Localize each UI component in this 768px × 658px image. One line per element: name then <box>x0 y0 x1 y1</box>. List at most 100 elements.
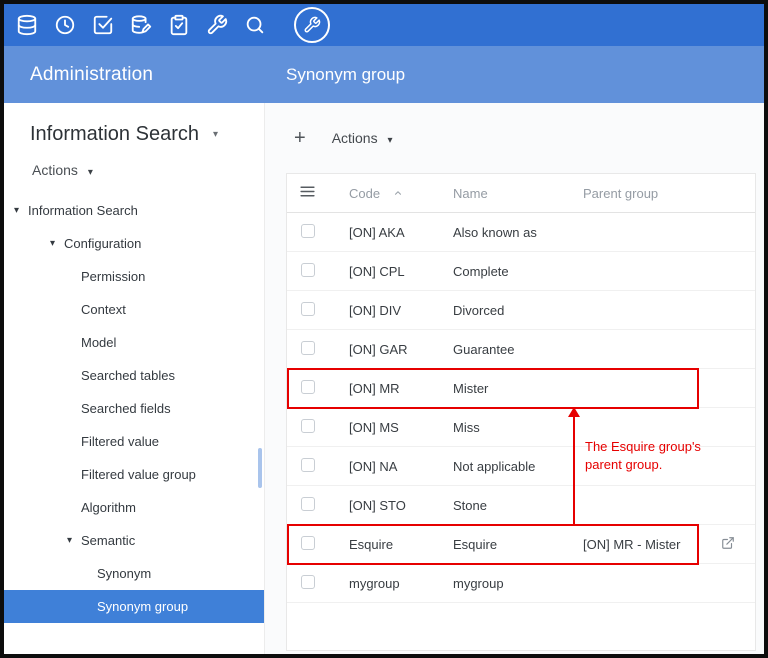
external-link-icon[interactable] <box>721 536 735 550</box>
cell-name: Stone <box>453 498 583 513</box>
sidebar-item-searched-fields[interactable]: Searched fields <box>4 392 264 425</box>
table-header-row: Code Name Parent group <box>287 174 755 213</box>
actions-label: Actions <box>332 130 378 146</box>
table-body: [ON] AKAAlso known as[ON] CPLComplete[ON… <box>287 213 755 603</box>
table-row--on-ms[interactable]: [ON] MSMiss <box>287 408 755 447</box>
topbar <box>4 4 764 46</box>
add-button[interactable]: + <box>294 128 306 148</box>
check-square-icon[interactable] <box>92 14 114 36</box>
sidebar-scrollbar[interactable] <box>258 448 262 488</box>
synonym-group-table: Code Name Parent group [ON] AKAAlso know… <box>286 173 756 651</box>
sidebar-item-model[interactable]: Model <box>4 326 264 359</box>
database-icon[interactable] <box>16 14 38 36</box>
tree-expand-caret-icon[interactable]: ▾ <box>14 205 28 216</box>
sidebar-item-synonym-group[interactable]: Synonym group <box>4 590 264 623</box>
table-row--on-gar[interactable]: [ON] GARGuarantee <box>287 330 755 369</box>
row-checkbox[interactable] <box>301 380 315 394</box>
checkbox-cell <box>287 302 349 319</box>
tree-expand-caret-icon[interactable]: ▾ <box>50 238 64 249</box>
active-tool-button[interactable] <box>294 7 330 43</box>
cell-code: [ON] GAR <box>349 342 453 357</box>
checkbox-cell <box>287 341 349 358</box>
tree-item-label: Synonym <box>97 566 151 581</box>
column-header-parent-group[interactable]: Parent group <box>583 186 713 201</box>
row-checkbox[interactable] <box>301 263 315 277</box>
table-row--on-aka[interactable]: [ON] AKAAlso known as <box>287 213 755 252</box>
row-checkbox[interactable] <box>301 497 315 511</box>
link-cell <box>713 536 755 553</box>
app-window: Administration Synonym group Information… <box>0 0 768 658</box>
row-checkbox[interactable] <box>301 575 315 589</box>
sidebar-item-algorithm[interactable]: Algorithm <box>4 491 264 524</box>
database-edit-icon[interactable] <box>130 14 152 36</box>
search-icon[interactable] <box>244 14 266 36</box>
sidebar-item-searched-tables[interactable]: Searched tables <box>4 359 264 392</box>
cell-name: Miss <box>453 420 583 435</box>
main-panel: + Actions ▾ Code <box>264 103 764 654</box>
tree-item-label: Information Search <box>28 203 138 218</box>
sidebar-item-permission[interactable]: Permission <box>4 260 264 293</box>
table-row--on-na[interactable]: [ON] NANot applicable <box>287 447 755 486</box>
table-row--on-cpl[interactable]: [ON] CPLComplete <box>287 252 755 291</box>
table-menu-icon[interactable] <box>299 183 316 200</box>
cell-parent-group: [ON] MR - Mister <box>583 537 713 552</box>
chevron-down-icon: ▾ <box>388 135 393 146</box>
sidebar: Information Search ▾ Actions ▾ ▾Informat… <box>4 103 264 654</box>
tree-item-label: Filtered value group <box>81 467 196 482</box>
sidebar-actions-label: Actions <box>32 162 78 178</box>
tree-item-label: Searched tables <box>81 368 175 383</box>
sidebar-item-filtered-value[interactable]: Filtered value <box>4 425 264 458</box>
sidebar-item-information-search[interactable]: ▾Information Search <box>4 194 264 227</box>
cell-code: [ON] AKA <box>349 225 453 240</box>
row-checkbox[interactable] <box>301 341 315 355</box>
cell-code: mygroup <box>349 576 453 591</box>
table-row--on-mr[interactable]: [ON] MRMister <box>287 369 755 408</box>
chevron-down-icon: ▾ <box>88 167 93 178</box>
cell-code: [ON] MS <box>349 420 453 435</box>
tree-item-label: Synonym group <box>97 599 188 614</box>
cell-code: [ON] STO <box>349 498 453 513</box>
row-checkbox[interactable] <box>301 419 315 433</box>
row-checkbox[interactable] <box>301 224 315 238</box>
cell-code: [ON] MR <box>349 381 453 396</box>
table-row--on-div[interactable]: [ON] DIVDivorced <box>287 291 755 330</box>
table-row-mygroup[interactable]: mygroupmygroup <box>287 564 755 603</box>
column-header-code[interactable]: Code <box>349 186 453 201</box>
sidebar-title-dropdown[interactable]: Information Search ▾ <box>4 103 264 146</box>
cell-name: mygroup <box>453 576 583 591</box>
sort-ascending-icon[interactable] <box>393 188 403 198</box>
tree-item-label: Configuration <box>64 236 141 251</box>
sidebar-item-semantic[interactable]: ▾Semantic <box>4 524 264 557</box>
row-checkbox[interactable] <box>301 458 315 472</box>
sidebar-item-synonym[interactable]: Synonym <box>4 557 264 590</box>
column-header-name[interactable]: Name <box>453 186 583 201</box>
tree-item-label: Semantic <box>81 533 135 548</box>
sidebar-item-filtered-value-group[interactable]: Filtered value group <box>4 458 264 491</box>
content-area: Information Search ▾ Actions ▾ ▾Informat… <box>4 103 764 654</box>
checkbox-cell <box>287 536 349 553</box>
checkbox-cell <box>287 419 349 436</box>
row-checkbox[interactable] <box>301 302 315 316</box>
tree-expand-caret-icon[interactable]: ▾ <box>67 535 81 546</box>
sidebar-item-configuration[interactable]: ▾Configuration <box>4 227 264 260</box>
page-title: Synonym group <box>264 65 405 85</box>
cell-name: Guarantee <box>453 342 583 357</box>
clock-icon[interactable] <box>54 14 76 36</box>
header-band: Administration Synonym group <box>4 46 764 103</box>
actions-dropdown[interactable]: Actions ▾ <box>332 130 393 146</box>
checkbox-cell <box>287 224 349 241</box>
row-checkbox[interactable] <box>301 536 315 550</box>
cell-name: Mister <box>453 381 583 396</box>
checkbox-cell <box>287 575 349 592</box>
wrench-icon[interactable] <box>206 14 228 36</box>
tree-item-label: Model <box>81 335 116 350</box>
main-toolbar: + Actions ▾ <box>265 103 764 173</box>
sidebar-item-context[interactable]: Context <box>4 293 264 326</box>
admin-section-title: Administration <box>4 64 264 86</box>
sidebar-actions-dropdown[interactable]: Actions ▾ <box>32 162 93 178</box>
table-row--on-sto[interactable]: [ON] STOStone <box>287 486 755 525</box>
table-row-esquire[interactable]: EsquireEsquire[ON] MR - Mister <box>287 525 755 564</box>
cell-name: Not applicable <box>453 459 583 474</box>
clipboard-check-icon[interactable] <box>168 14 190 36</box>
cell-code: Esquire <box>349 537 453 552</box>
